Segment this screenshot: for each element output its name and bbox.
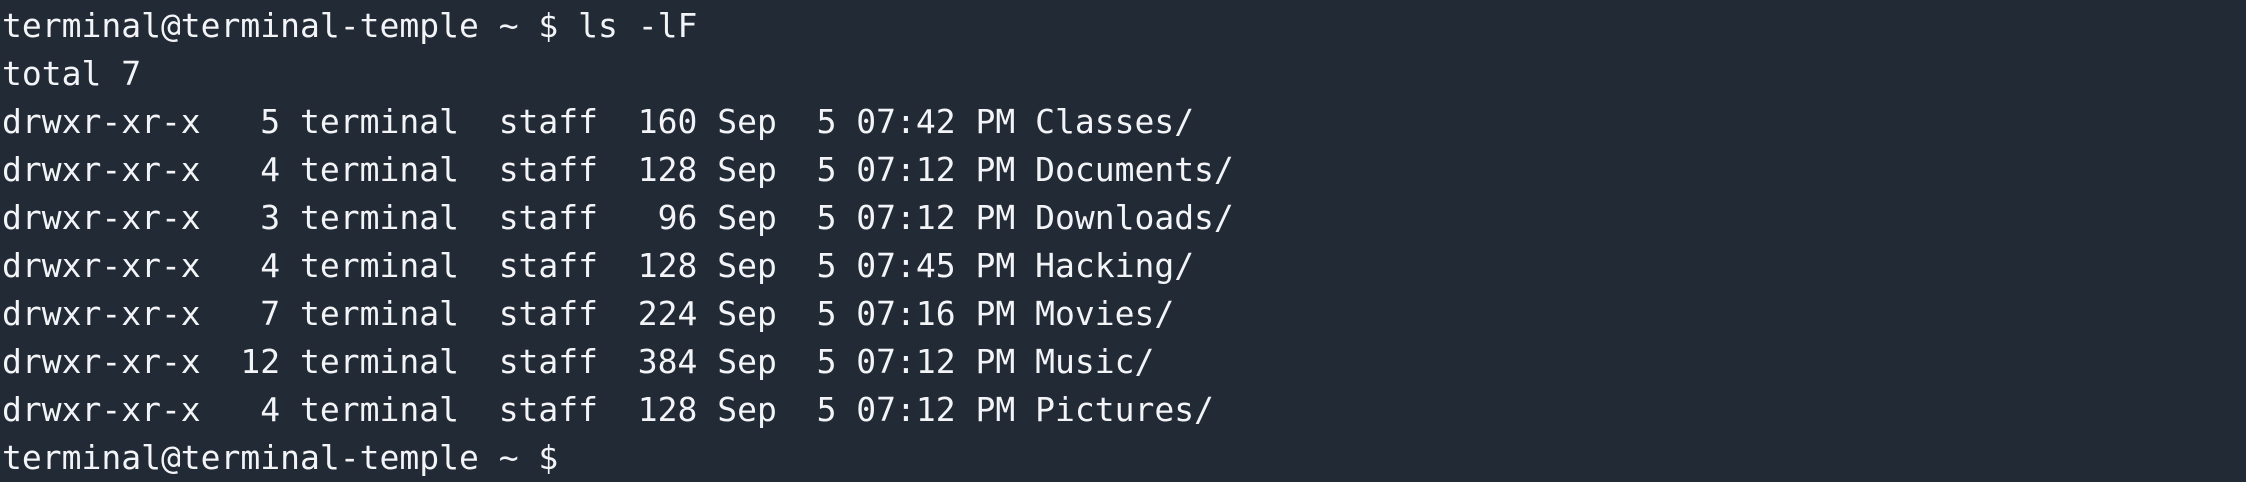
input-prompt-line[interactable]: terminal@terminal-temple ~ $ [2,434,2246,482]
listing-row-documents: drwxr-xr-x 4 terminal staff 128 Sep 5 07… [2,150,1234,189]
listing-row-music: drwxr-xr-x 12 terminal staff 384 Sep 5 0… [2,342,1155,381]
listing-row-movies: drwxr-xr-x 7 terminal staff 224 Sep 5 07… [2,294,1175,333]
listing-row-hacking: drwxr-xr-x 4 terminal staff 128 Sep 5 07… [2,246,1195,285]
listing-row-pictures: drwxr-xr-x 4 terminal staff 128 Sep 5 07… [2,390,1214,429]
listing-row-downloads: drwxr-xr-x 3 terminal staff 96 Sep 5 07:… [2,198,1234,237]
total-line: total 7 [2,54,142,93]
terminal-window[interactable]: terminal@terminal-temple ~ $ ls -lF tota… [0,0,2246,482]
listing-row-classes: drwxr-xr-x 5 terminal staff 160 Sep 5 07… [2,102,1195,141]
command-line: terminal@terminal-temple ~ $ ls -lF [2,6,698,45]
current-prompt: terminal@terminal-temple ~ $ [2,438,559,477]
